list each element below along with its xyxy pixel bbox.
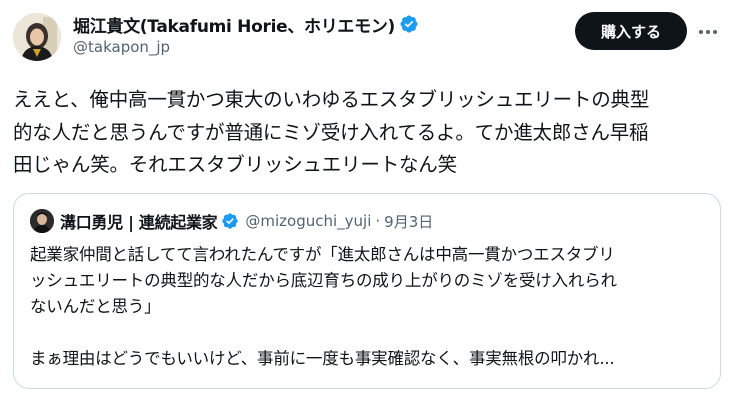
verified-badge-icon bbox=[399, 14, 419, 34]
quote-author-handle[interactable]: @mizoguchi_yuji bbox=[245, 212, 371, 230]
quote-text-line: まぁ理由はどうでもいいけど、事前に一度も事実確認なく、事実無根の叩かれ... bbox=[30, 349, 615, 368]
quote-author-avatar[interactable] bbox=[30, 209, 54, 233]
more-options-icon[interactable] bbox=[697, 22, 719, 42]
quoted-tweet[interactable]: 溝口勇児 | 連続起業家 @mizoguchi_yuji · 9月3日 起業家仲… bbox=[13, 193, 721, 389]
quote-text-line: ッシュエリートの典型的な人だから底辺育ちの成り上がりのミゾを受け入れられ bbox=[30, 271, 617, 290]
tweet-text-line: 田じゃん笑。それエスタブリッシュエリートなん笑 bbox=[13, 153, 457, 176]
quote-date[interactable]: 9月3日 bbox=[384, 211, 433, 232]
author-avatar[interactable] bbox=[13, 13, 61, 61]
quote-text-line: 起業家仲間と話してて言われたんですが「進太郎さんは中高一貫かつエスタブリ bbox=[30, 245, 615, 264]
tweet-text: ええと、俺中高一貫かつ東大のいわゆるエスタブリッシュエリートの典型 的な人だと思… bbox=[13, 84, 723, 182]
tweet-text-line: ええと、俺中高一貫かつ東大のいわゆるエスタブリッシュエリートの典型 bbox=[13, 88, 650, 111]
author-display-name[interactable]: 堀江貴文(Takafumi Horie、ホリエモン) bbox=[73, 12, 395, 37]
quote-text-line bbox=[30, 320, 720, 346]
author-handle[interactable]: @takapon_jp bbox=[73, 38, 170, 56]
quote-author-name[interactable]: 溝口勇児 | 連続起業家 bbox=[60, 209, 218, 233]
quote-text: 起業家仲間と話してて言われたんですが「進太郎さんは中高一貫かつエスタブリ ッシュ… bbox=[30, 242, 720, 372]
quote-separator: · bbox=[375, 212, 381, 230]
buy-button[interactable]: 購入する bbox=[575, 12, 687, 50]
tweet-text-line: 的な人だと思うんですが普通にミゾ受け入れてるよ。てか進太郎さん早稲 bbox=[13, 120, 649, 144]
author-name-row[interactable]: 堀江貴文(Takafumi Horie、ホリエモン) bbox=[73, 12, 419, 37]
quote-author-avatar-image bbox=[30, 209, 54, 233]
quote-header: 溝口勇児 | 連続起業家 @mizoguchi_yuji · 9月3日 bbox=[60, 210, 433, 232]
tweet-card: 堀江貴文(Takafumi Horie、ホリエモン) @takapon_jp 購… bbox=[0, 0, 732, 401]
verified-badge-icon bbox=[221, 212, 239, 230]
quote-text-line: ないんだと思う」 bbox=[30, 297, 161, 316]
author-avatar-image bbox=[13, 13, 61, 61]
